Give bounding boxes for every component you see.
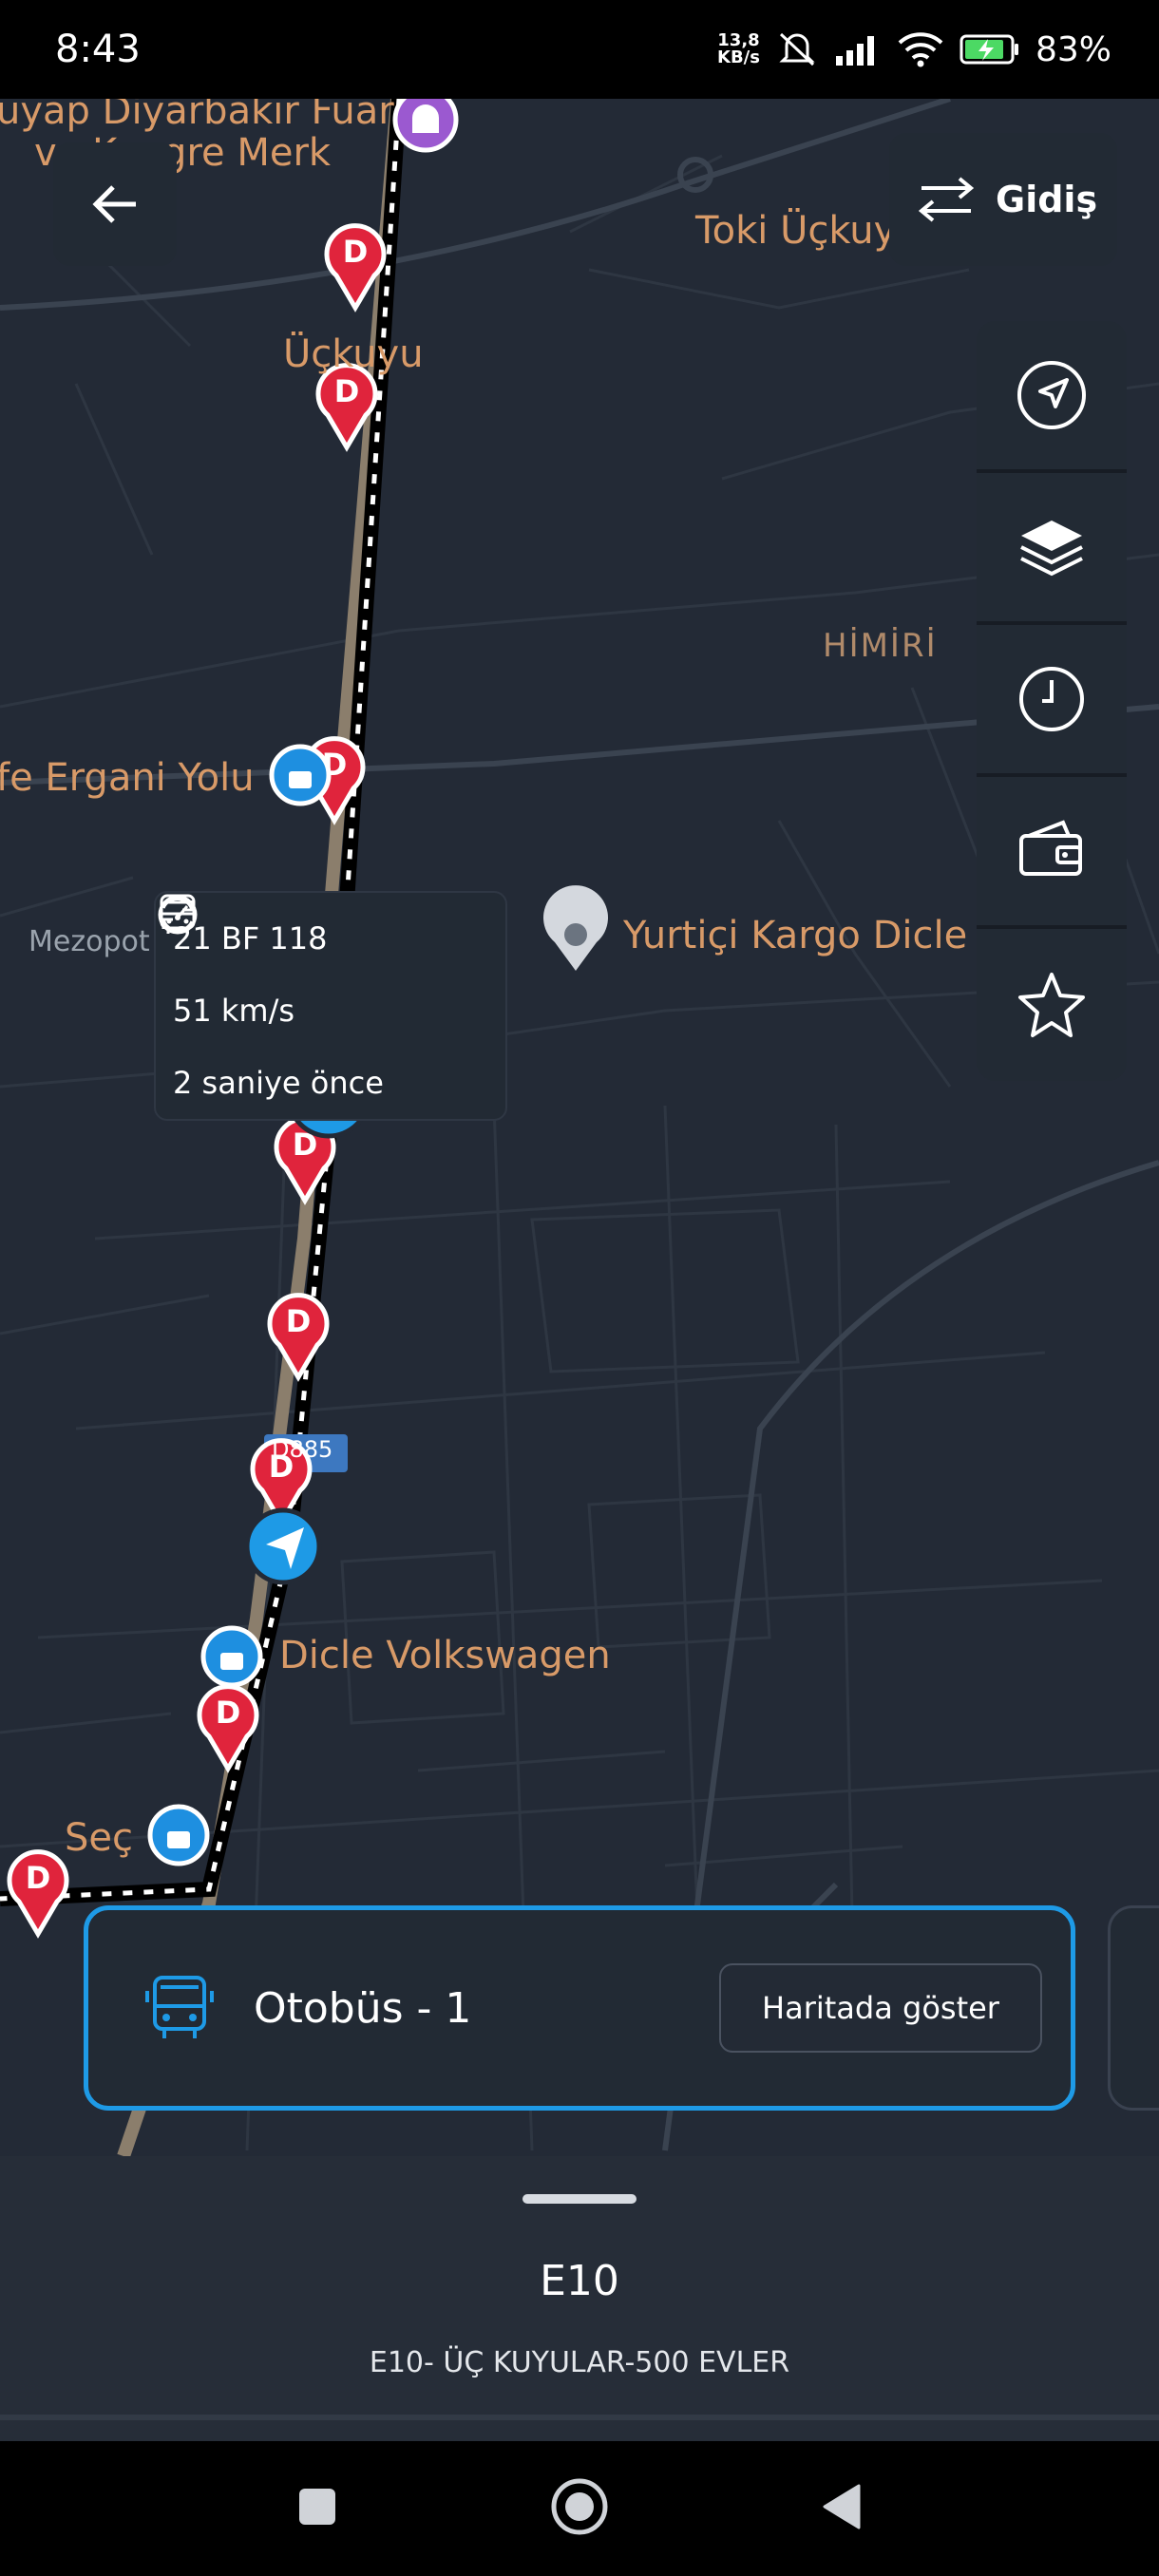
- map-label-sec: Seç: [65, 1816, 133, 1860]
- popup-speed-row: 51 km/s: [158, 895, 486, 1047]
- map-toolbar: [977, 321, 1127, 1081]
- map-label-volkswagen: Dicle Volkswagen: [279, 1634, 611, 1677]
- vehicle-speed: 51 km/s: [173, 993, 295, 1029]
- network-speed: 13,8 KB/s: [717, 32, 760, 66]
- recents-button[interactable]: [296, 2486, 338, 2531]
- direction-toggle-button[interactable]: Gidiş: [889, 133, 1117, 266]
- stop-letter: D: [343, 234, 369, 270]
- popup-update-row: 2 saniye önce: [162, 898, 486, 1119]
- stop-letter: D: [334, 373, 360, 409]
- bus-icon: [145, 1976, 214, 2038]
- vehicle-info-popup[interactable]: 21 BF 118 51 km/s 2 saniye önce: [154, 891, 507, 1121]
- star-icon: [1018, 973, 1085, 1037]
- vehicle-last-update: 2 saniye önce: [173, 1065, 384, 1101]
- map-label-himiri: HİMİRİ: [823, 627, 938, 665]
- favorites-button[interactable]: [977, 929, 1127, 1081]
- mute-icon: [779, 32, 815, 66]
- map-label-uckuyu: Üçkuyu: [283, 332, 424, 376]
- stop-letter: D: [26, 1860, 51, 1896]
- clock-icon: [1019, 667, 1084, 731]
- locate-button[interactable]: [977, 321, 1127, 473]
- bus-card[interactable]: Otobüs - 1 Haritada göster: [84, 1905, 1075, 2111]
- arrow-left-icon: [92, 185, 136, 223]
- schedule-button[interactable]: [977, 625, 1127, 777]
- home-circle-icon: [551, 2478, 608, 2535]
- stop-letter: D: [286, 1303, 312, 1339]
- layers-button[interactable]: [977, 473, 1127, 625]
- triangle-back-icon: [823, 2484, 861, 2529]
- wifi-icon: [898, 32, 943, 67]
- signal-icon: [835, 36, 874, 66]
- route-code: E10: [540, 2257, 619, 2305]
- wallet-button[interactable]: [977, 777, 1127, 929]
- route-bottom-sheet[interactable]: E10 E10- ÜÇ KUYULAR-500 EVLER: [0, 2156, 1159, 2441]
- bus-card-title: Otobüs - 1: [254, 1983, 472, 2033]
- route-name: E10- ÜÇ KUYULAR-500 EVLER: [369, 2346, 790, 2379]
- system-nav-bar: [0, 2441, 1159, 2576]
- show-on-map-button[interactable]: Haritada göster: [719, 1963, 1042, 2053]
- map-label-ergani: fe Ergani Yolu: [0, 756, 255, 800]
- sheet-divider: [0, 2415, 1159, 2420]
- status-icons: 13,8 KB/s 83%: [717, 30, 1112, 69]
- refresh-icon: [162, 898, 194, 932]
- square-icon: [298, 2489, 335, 2525]
- swap-arrows-icon: [918, 177, 975, 222]
- map-label-toki: Toki Üçkuyu: [695, 209, 921, 253]
- direction-label: Gidiş: [996, 179, 1098, 220]
- stop-letter: D: [216, 1695, 241, 1731]
- battery-icon: [960, 34, 1018, 65]
- popup-plate-row: 21 BF 118: [160, 894, 486, 975]
- home-button[interactable]: [550, 2477, 609, 2540]
- map-label-mezopot: Mezopot: [28, 925, 150, 958]
- map-label-road: D885: [272, 1436, 333, 1463]
- battery-percent: 83%: [1035, 29, 1112, 69]
- status-time: 8:43: [55, 28, 141, 71]
- network-speed-unit: KB/s: [717, 47, 760, 67]
- navigate-icon: [1017, 361, 1086, 429]
- map-label-fair: uyap Diyarbakır Fuar: [0, 99, 394, 133]
- layers-icon: [1020, 521, 1083, 577]
- back-nav-button[interactable]: [821, 2483, 863, 2534]
- next-bus-card[interactable]: [1108, 1905, 1159, 2111]
- wallet-icon: [1019, 820, 1082, 876]
- status-bar: 8:43 13,8 KB/s 83%: [0, 0, 1159, 99]
- back-button[interactable]: [53, 142, 177, 266]
- drag-handle[interactable]: [522, 2194, 636, 2204]
- map-label-yurtici: Yurtiçi Kargo Dicle: [623, 914, 968, 957]
